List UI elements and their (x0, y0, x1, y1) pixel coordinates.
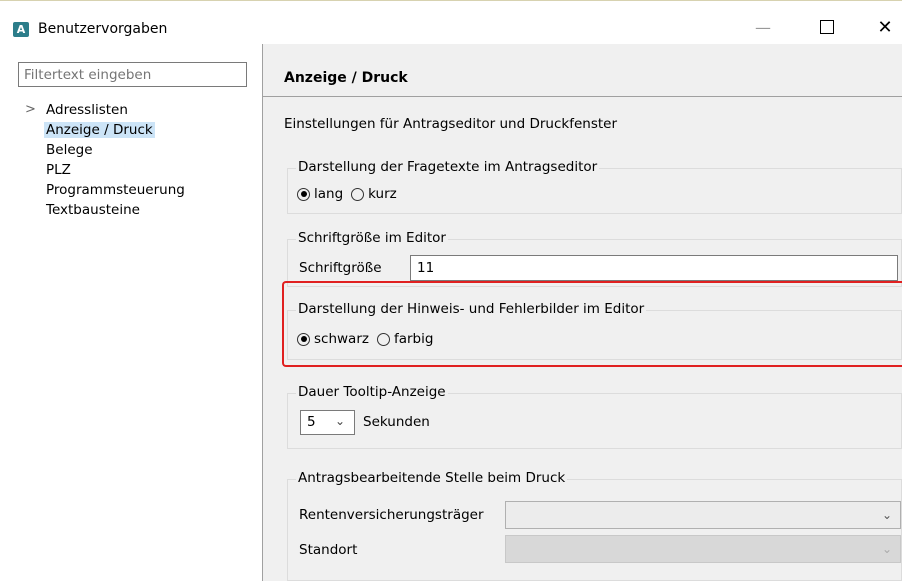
tooltip-unit-label: Sekunden (363, 414, 430, 430)
radio-lang[interactable] (297, 187, 310, 201)
page-title: Anzeige / Druck (284, 70, 408, 86)
tree-item-label: PLZ (46, 162, 71, 178)
tree-item-belege[interactable]: Belege (20, 140, 191, 160)
maximize-icon (820, 20, 834, 34)
traeger-select[interactable]: ⌄ (505, 501, 901, 529)
tree-item-plz[interactable]: PLZ (20, 160, 191, 180)
tree-item-anzeige-druck[interactable]: Anzeige / Druck (20, 120, 191, 140)
window-title: Benutzervorgaben (38, 21, 168, 37)
sidebar: > Adresslisten Anzeige / Druck Belege PL… (0, 44, 262, 581)
group-fragetexte: Darstellung der Fragetexte im Antragsedi… (287, 159, 902, 214)
group-legend: Dauer Tooltip-Anzeige (296, 384, 448, 400)
tree-item-textbausteine[interactable]: Textbausteine (20, 200, 191, 220)
chevron-down-icon: ⌄ (335, 414, 346, 428)
page-header: Anzeige / Druck (263, 44, 902, 97)
tree-item-label: Textbausteine (46, 202, 140, 218)
maximize-button[interactable] (804, 11, 850, 45)
radio-label-kurz[interactable]: kurz (368, 186, 397, 202)
group-legend: Schriftgröße im Editor (296, 230, 448, 246)
schriftgroesse-label: Schriftgröße (299, 260, 382, 276)
highlight-box (282, 281, 902, 367)
standort-select: ⌄ (505, 535, 901, 563)
tree-item-label: Adresslisten (46, 102, 128, 118)
group-legend: Antragsbearbeitende Stelle beim Druck (296, 470, 568, 486)
tree-item-label: Programmsteuerung (46, 182, 185, 198)
tree-item-label: Belege (46, 142, 93, 158)
preference-tree: > Adresslisten Anzeige / Druck Belege PL… (20, 100, 191, 220)
chevron-down-icon: ⌄ (881, 542, 892, 556)
schriftgroesse-input[interactable]: 11 (410, 255, 898, 281)
app-icon: A (13, 22, 29, 37)
group-legend: Darstellung der Fragetexte im Antragsedi… (296, 159, 600, 175)
tree-item-programmsteuerung[interactable]: Programmsteuerung (20, 180, 191, 200)
minimize-button[interactable]: — (740, 11, 786, 45)
tree-item-adresslisten[interactable]: > Adresslisten (20, 100, 191, 120)
chevron-down-icon: ⌄ (881, 508, 892, 522)
select-value: 5 (307, 414, 316, 430)
chevron-right-icon[interactable]: > (25, 100, 36, 120)
tooltip-duration-select[interactable]: 5 ⌄ (300, 410, 355, 435)
page-description: Einstellungen für Antragseditor und Druc… (284, 116, 617, 132)
radio-label-lang[interactable]: lang (314, 186, 343, 202)
tree-item-label: Anzeige / Druck (44, 122, 155, 138)
title-bar: A Benutzervorgaben — ✕ (0, 0, 902, 45)
filter-input[interactable] (18, 62, 247, 87)
radio-kurz[interactable] (351, 187, 365, 201)
traeger-label: Rentenversicherungsträger (299, 507, 484, 523)
standort-label: Standort (299, 542, 358, 558)
group-druck: Antragsbearbeitende Stelle beim Druck (287, 470, 902, 581)
close-button[interactable]: ✕ (862, 11, 902, 45)
